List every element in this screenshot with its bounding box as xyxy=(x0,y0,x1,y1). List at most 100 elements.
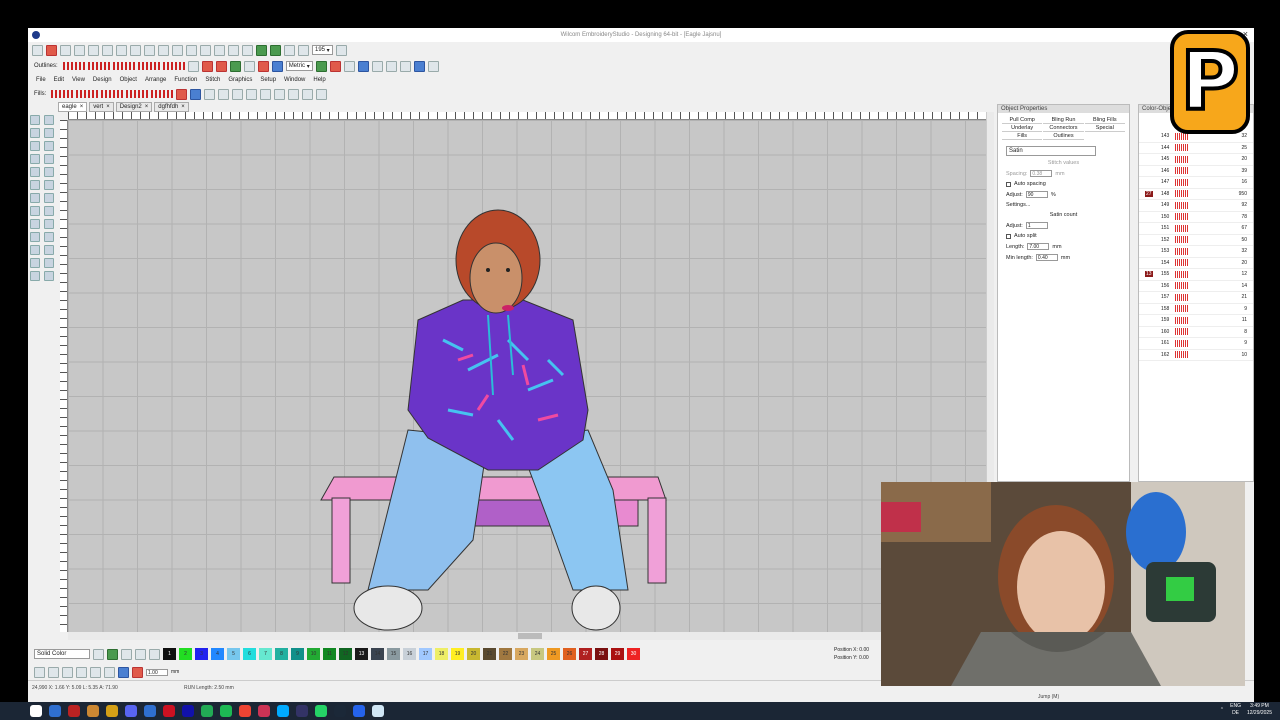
monogram-icon[interactable] xyxy=(44,141,54,151)
satin-adjust-input[interactable]: 1 xyxy=(1025,222,1048,229)
polygon-select-icon[interactable] xyxy=(44,115,54,125)
color-swatch[interactable]: 6 xyxy=(243,648,256,660)
color-swatch[interactable]: 10 xyxy=(307,648,320,660)
color-object-row[interactable]: 147 16 xyxy=(1139,177,1253,189)
fancy-fill-icon[interactable] xyxy=(151,90,174,98)
remove-color-icon[interactable] xyxy=(149,648,160,660)
color-swatch[interactable]: 8 xyxy=(275,648,288,660)
shape-tool-icon[interactable] xyxy=(204,88,216,100)
shape-icon[interactable] xyxy=(399,60,411,72)
color-swatch[interactable]: 9 xyxy=(291,648,304,660)
menu-stitch[interactable]: Stitch xyxy=(205,77,220,83)
color-swatch[interactable]: 26 xyxy=(563,648,576,660)
size-input[interactable]: 1.00 xyxy=(146,668,168,676)
nudge-icon[interactable] xyxy=(62,666,73,678)
taskbar-app-icon[interactable] xyxy=(277,705,289,717)
menu-file[interactable]: File xyxy=(36,77,46,83)
taskbar-app-icon[interactable] xyxy=(125,705,137,717)
doc-tab-eagle[interactable]: eagle × xyxy=(58,102,88,112)
reshape-icon[interactable] xyxy=(218,88,230,100)
texture-icon[interactable] xyxy=(229,60,241,72)
length-input[interactable]: 7.00 xyxy=(1027,243,1050,250)
color-swatch[interactable]: 4 xyxy=(211,648,224,660)
position-x-value[interactable]: 0.00 xyxy=(859,647,869,653)
taskbar-app-icon[interactable] xyxy=(334,705,346,717)
color-swatch[interactable]: 29 xyxy=(611,648,624,660)
color-object-row[interactable]: 158 9 xyxy=(1139,304,1253,315)
digitize-column-icon[interactable] xyxy=(30,154,40,164)
color-swatch[interactable]: 21 xyxy=(483,648,496,660)
units-select[interactable]: Metric ▾ xyxy=(285,61,313,71)
align-icon[interactable] xyxy=(343,60,355,72)
taskbar-app-icon[interactable] xyxy=(353,705,365,717)
tools-icon[interactable] xyxy=(60,44,71,56)
taskbar-app-icon[interactable] xyxy=(220,705,232,717)
circle-icon[interactable] xyxy=(30,167,40,177)
split-icon[interactable] xyxy=(30,219,40,229)
color-object-row[interactable]: 150 78 xyxy=(1139,212,1253,223)
measure-icon[interactable] xyxy=(30,258,40,268)
horizontal-scrollbar[interactable] xyxy=(68,632,986,640)
color-object-row[interactable]: 160 8 xyxy=(1139,327,1253,338)
color-swatch[interactable]: 28 xyxy=(595,648,608,660)
color-swatch[interactable]: 19 xyxy=(451,648,464,660)
tab-bling-run[interactable]: Bling Run xyxy=(1043,117,1084,124)
tab-underlay[interactable]: Underlay xyxy=(1002,125,1043,132)
print-preview-icon[interactable] xyxy=(158,44,169,56)
color-swatch[interactable]: 20 xyxy=(467,648,480,660)
auto-split-checkbox[interactable] xyxy=(1006,233,1011,239)
taskbar-app-icon[interactable] xyxy=(68,705,80,717)
color-swap-icon[interactable] xyxy=(118,666,129,678)
fill-brush-icon[interactable] xyxy=(201,60,213,72)
bitmap-icon[interactable] xyxy=(44,245,54,255)
text-fx-icon[interactable] xyxy=(371,60,383,72)
pattern-fill-icon[interactable] xyxy=(126,90,149,98)
color-object-row[interactable]: 149 92 xyxy=(1139,200,1253,212)
new-file-icon[interactable] xyxy=(102,44,113,56)
paste-icon[interactable] xyxy=(214,44,225,56)
array-icon[interactable] xyxy=(104,666,115,678)
no-entry-icon[interactable] xyxy=(329,60,341,72)
join-icon[interactable] xyxy=(44,219,54,229)
palette-icon[interactable] xyxy=(93,648,104,660)
tab-connectors[interactable]: Connectors xyxy=(1043,125,1084,132)
applique-tool-icon[interactable] xyxy=(30,232,40,242)
spacing-input[interactable]: 0.38 xyxy=(1030,170,1053,177)
branch-icon[interactable] xyxy=(44,271,54,281)
tab-close-icon[interactable]: × xyxy=(181,104,185,110)
pencil-icon[interactable] xyxy=(121,648,132,660)
color-object-row[interactable]: 151 67 xyxy=(1139,223,1253,235)
color-swatch[interactable]: 18 xyxy=(435,648,448,660)
align-left-icon[interactable] xyxy=(288,88,300,100)
wilcom-icon[interactable] xyxy=(46,44,57,56)
color-object-row[interactable]: 146 39 xyxy=(1139,166,1253,177)
hole-icon[interactable] xyxy=(30,206,40,216)
sequence-icon[interactable] xyxy=(30,271,40,281)
color-swatch[interactable]: 7 xyxy=(259,648,272,660)
menu-setup[interactable]: Setup xyxy=(260,77,276,83)
tab-bling-fills[interactable]: Bling Fills xyxy=(1084,117,1125,124)
redo-icon[interactable] xyxy=(242,44,253,56)
freehand-icon[interactable] xyxy=(30,180,40,190)
menu-function[interactable]: Function xyxy=(174,77,197,83)
snap-icon[interactable] xyxy=(315,60,327,72)
underlay-icon[interactable] xyxy=(44,232,54,242)
color-object-row[interactable]: 156 14 xyxy=(1139,281,1253,292)
select-all-icon[interactable] xyxy=(34,666,45,678)
copy-icon[interactable] xyxy=(88,44,99,56)
color-swatch[interactable]: 2 xyxy=(179,648,192,660)
doc-tab-vert[interactable]: vert × xyxy=(89,102,114,112)
trace-icon[interactable] xyxy=(30,245,40,255)
tab-close-icon[interactable]: × xyxy=(145,104,149,110)
stitch-player-icon[interactable] xyxy=(256,44,267,56)
zoom-fit-icon[interactable] xyxy=(335,44,347,56)
grid-icon[interactable] xyxy=(271,60,283,72)
color-object-row[interactable]: 154 20 xyxy=(1139,258,1253,269)
taskbar-app-icon[interactable] xyxy=(182,705,194,717)
color-object-row[interactable]: 157 21 xyxy=(1139,292,1253,304)
satin-outline-icon[interactable] xyxy=(112,62,135,70)
color-object-row[interactable]: 162 10 xyxy=(1139,350,1253,361)
position-y-value[interactable]: 0.00 xyxy=(859,655,869,661)
object-icon[interactable] xyxy=(48,666,59,678)
zigzag-icon[interactable] xyxy=(162,62,185,70)
